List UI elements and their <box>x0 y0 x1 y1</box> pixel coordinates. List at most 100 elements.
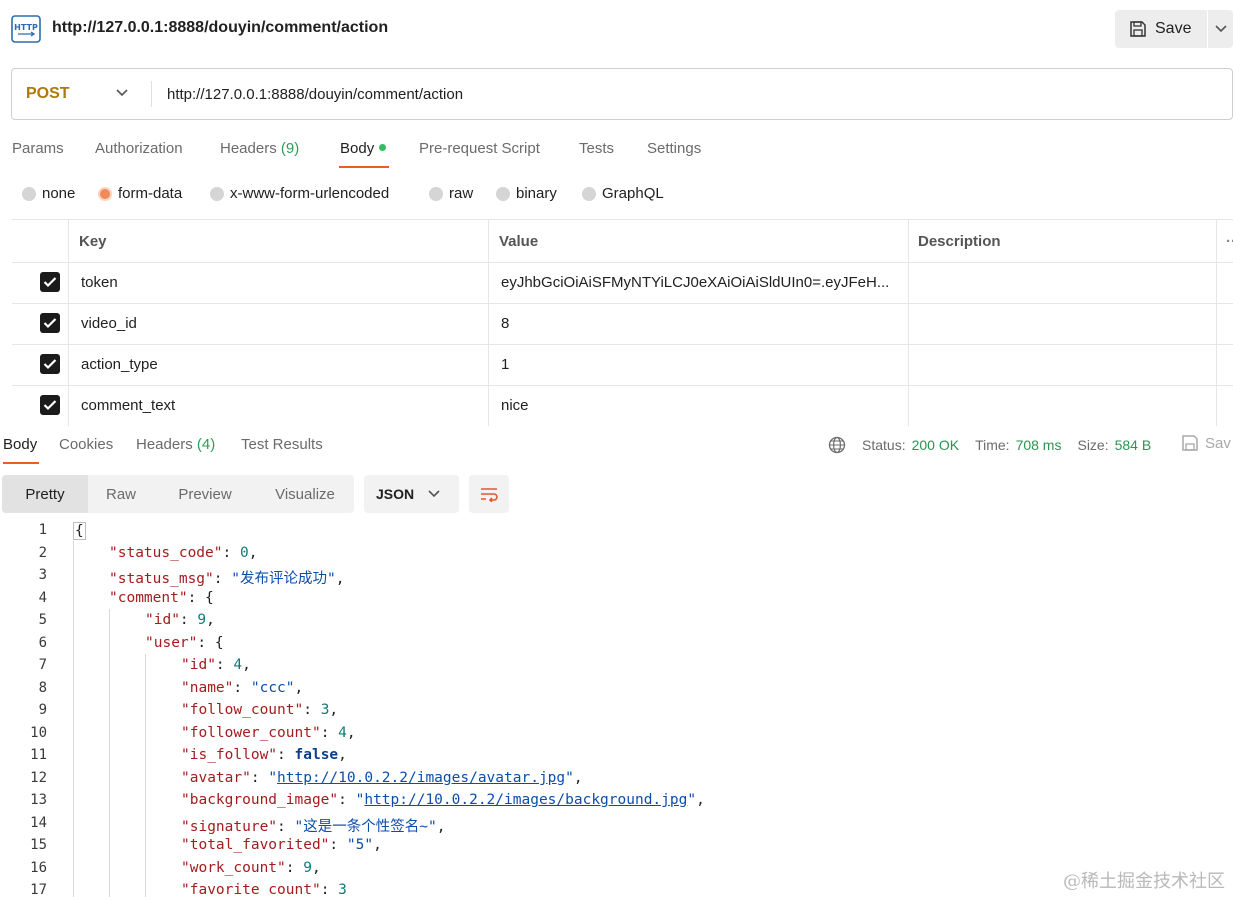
json-number: 3 <box>320 702 330 718</box>
line-number: 9 <box>38 702 47 718</box>
tab-settings[interactable]: Settings <box>647 140 701 157</box>
response-tab-test-results[interactable]: Test Results <box>241 436 323 453</box>
radio-form-data[interactable]: form-data <box>98 185 182 202</box>
code-line: "follow_count": 3, <box>181 702 339 718</box>
view-visualize[interactable]: Visualize <box>256 475 354 513</box>
request-title[interactable]: http://127.0.0.1:8888/douyin/comment/act… <box>52 19 388 37</box>
radio-urlencoded-label: x-www-form-urlencoded <box>230 185 390 202</box>
indent-guide <box>109 609 110 897</box>
json-key: "background_image" <box>181 792 339 808</box>
line-number: 4 <box>38 590 47 606</box>
code-line: "id": 9, <box>145 612 215 628</box>
param-value[interactable]: nice <box>501 385 906 425</box>
column-header-key: Key <box>79 232 107 250</box>
json-number: 4 <box>338 725 347 741</box>
row-checkbox[interactable] <box>40 385 60 425</box>
param-value[interactable]: eyJhbGciOiAiSFMyNTYiLCJ0eXAiOiAiSldUIn0=… <box>501 262 906 302</box>
tab-body-label: Body <box>340 140 375 157</box>
tab-authorization[interactable]: Authorization <box>95 140 183 157</box>
json-number: 9 <box>197 612 207 628</box>
check-icon <box>43 277 57 288</box>
radio-dot <box>496 186 510 201</box>
tab-tests[interactable]: Tests <box>579 140 614 157</box>
row-checkbox[interactable] <box>40 262 60 302</box>
status-value[interactable]: 200 OK <box>912 437 959 453</box>
radio-none[interactable]: none <box>22 185 75 202</box>
tab-params[interactable]: Params <box>12 140 64 157</box>
line-number: 16 <box>30 860 47 876</box>
url-input[interactable] <box>162 77 1232 111</box>
radio-dot <box>210 186 224 201</box>
line-number: 3 <box>38 567 47 583</box>
view-preview[interactable]: Preview <box>154 475 256 513</box>
response-tab-headers-label: Headers <box>136 436 193 453</box>
save-response-label: Sav <box>1205 434 1231 452</box>
tab-prerequest-script[interactable]: Pre-request Script <box>419 140 540 157</box>
chevron-down-icon <box>428 490 440 498</box>
column-header-description: Description <box>918 232 1001 250</box>
radio-binary[interactable]: binary <box>496 185 557 202</box>
tab-headers[interactable]: Headers (9) <box>220 140 299 157</box>
headers-count: (9) <box>280 140 300 157</box>
save-options-button[interactable] <box>1208 10 1233 48</box>
view-pretty[interactable]: Pretty <box>2 475 88 513</box>
checkbox-checked[interactable] <box>40 395 60 415</box>
json-boolean: false <box>294 747 339 763</box>
globe-icon[interactable] <box>828 436 846 454</box>
radio-urlencoded[interactable]: x-www-form-urlencoded <box>210 185 389 202</box>
param-key[interactable]: video_id <box>81 303 137 343</box>
json-number: 0 <box>239 545 249 561</box>
format-select[interactable]: JSON <box>364 475 459 513</box>
column-options-icon[interactable]: ··· <box>1226 220 1233 262</box>
code-line: "work_count": 9, <box>181 860 321 876</box>
response-tab-headers[interactable]: Headers (4) <box>136 436 215 453</box>
response-body-viewer[interactable]: 1 2 3 4 5 6 7 8 9 10 11 12 13 14 15 16 1… <box>0 519 1233 897</box>
radio-raw-label: raw <box>449 185 474 202</box>
json-key: "follower_count" <box>181 725 321 741</box>
code-line: "total_favorited": "5", <box>181 837 382 853</box>
row-checkbox[interactable] <box>40 344 60 384</box>
json-string: "发布评论成功" <box>231 571 336 587</box>
chevron-down-icon <box>116 89 128 97</box>
json-link[interactable]: http://10.0.2.2/images/avatar.jpg <box>277 770 565 786</box>
checkbox-checked[interactable] <box>40 272 60 292</box>
radio-dot <box>429 186 443 201</box>
json-brace: { <box>75 523 84 539</box>
radio-raw[interactable]: raw <box>429 185 473 202</box>
json-link[interactable]: http://10.0.2.2/images/background.jpg <box>364 792 687 808</box>
response-tab-cookies[interactable]: Cookies <box>59 436 113 453</box>
save-button[interactable]: Save <box>1115 10 1207 48</box>
line-number: 10 <box>30 725 47 741</box>
param-value[interactable]: 8 <box>501 303 906 343</box>
json-number: 3 <box>338 882 347 897</box>
time-value[interactable]: 708 ms <box>1016 437 1062 453</box>
column-divider <box>68 220 69 426</box>
column-divider <box>488 220 489 426</box>
watermark: @稀土掘金技术社区 <box>1063 871 1225 892</box>
tab-body[interactable]: Body <box>340 140 387 157</box>
code-line: { <box>73 522 86 540</box>
method-select[interactable]: POST <box>12 69 151 119</box>
json-key: "total_favorited" <box>181 837 330 853</box>
json-key: "name" <box>181 680 234 696</box>
wrap-lines-button[interactable] <box>469 475 509 513</box>
code-line: "favorite_count": 3 <box>181 882 347 897</box>
size-value[interactable]: 584 B <box>1115 437 1152 453</box>
param-key[interactable]: comment_text <box>81 385 175 425</box>
radio-graphql[interactable]: GraphQL <box>582 185 664 202</box>
view-raw[interactable]: Raw <box>88 475 154 513</box>
code-line: "avatar": "http://10.0.2.2/images/avatar… <box>181 770 583 786</box>
wrap-lines-icon <box>481 488 498 502</box>
line-number: 12 <box>30 770 47 786</box>
checkbox-checked[interactable] <box>40 313 60 333</box>
param-value[interactable]: 1 <box>501 344 906 384</box>
save-response-button[interactable]: Sav <box>1181 434 1231 452</box>
response-tab-body[interactable]: Body <box>3 436 37 453</box>
checkbox-checked[interactable] <box>40 354 60 374</box>
radio-binary-label: binary <box>516 185 557 202</box>
line-number: 13 <box>30 792 47 808</box>
param-key[interactable]: token <box>81 262 118 302</box>
param-key[interactable]: action_type <box>81 344 158 384</box>
line-number: 8 <box>38 680 47 696</box>
row-checkbox[interactable] <box>40 303 60 343</box>
